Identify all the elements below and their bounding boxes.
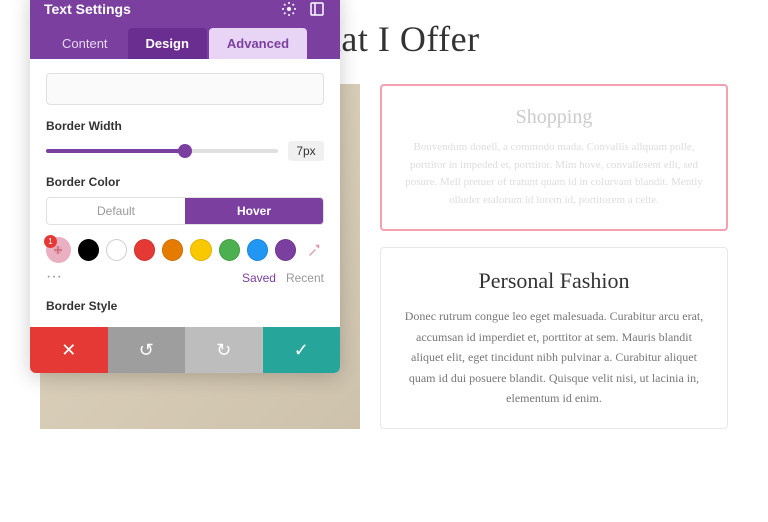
eyedropper-icon[interactable] (303, 239, 324, 261)
shopping-card: Shopping Bouvendum donell, a commodo mad… (380, 84, 728, 231)
recent-tab[interactable]: Recent (286, 271, 324, 285)
panel-header: Text Settings (30, 0, 340, 28)
border-width-label: Border Width (46, 119, 324, 133)
bc-hover-tab[interactable]: Hover (185, 198, 323, 224)
border-width-slider[interactable] (46, 149, 278, 153)
swatch-red[interactable] (134, 239, 155, 261)
redo-button[interactable]: ↻ (185, 327, 263, 373)
saved-row: ··· Saved Recent (46, 269, 324, 287)
saved-recent-tabs: Saved Recent (242, 271, 324, 285)
color-swatches-row: 1 (46, 237, 324, 263)
fashion-card: Personal Fashion Donec rutrum congue leo… (380, 247, 728, 429)
tab-advanced[interactable]: Advanced (209, 28, 307, 59)
tab-design[interactable]: Design (128, 28, 207, 59)
swatch-black[interactable] (78, 239, 99, 261)
swatch-yellow[interactable] (190, 239, 211, 261)
panel-title: Text Settings (44, 1, 131, 17)
border-width-row: 7px (46, 141, 324, 161)
panel-toolbar: ✕ ↺ ↻ ✓ (30, 327, 340, 373)
border-color-label: Border Color (46, 175, 324, 189)
text-input-placeholder[interactable] (46, 73, 324, 105)
expand-icon[interactable] (308, 0, 326, 18)
bc-default-tab[interactable]: Default (47, 198, 185, 224)
slider-thumb[interactable] (178, 144, 192, 158)
slider-fill (46, 149, 185, 153)
panel-tabs: Content Design Advanced (30, 28, 340, 59)
panel-header-icons (280, 0, 326, 18)
fashion-card-title: Personal Fashion (401, 268, 707, 294)
confirm-button[interactable]: ✓ (263, 327, 341, 373)
more-options-icon[interactable]: ··· (46, 269, 62, 287)
saved-tab[interactable]: Saved (242, 271, 276, 285)
tab-content[interactable]: Content (44, 28, 126, 59)
fashion-card-text: Donec rutrum congue leo eget malesuada. … (401, 306, 707, 408)
shopping-card-text: Bouvendum donell, a commodo mada. Conval… (402, 139, 706, 209)
settings-panel: Text Settings Content Desi (30, 0, 340, 373)
swatch-numbered[interactable]: 1 (46, 237, 71, 263)
swatch-orange[interactable] (162, 239, 183, 261)
swatch-green[interactable] (219, 239, 240, 261)
shopping-card-title: Shopping (516, 106, 593, 129)
cancel-button[interactable]: ✕ (30, 327, 108, 373)
border-color-tabs: Default Hover (46, 197, 324, 225)
swatch-white[interactable] (106, 239, 127, 261)
border-width-value[interactable]: 7px (288, 141, 324, 161)
page-background: What I Offer trum imperd nib s. Quis Sho… (0, 0, 768, 522)
right-column: Shopping Bouvendum donell, a commodo mad… (380, 84, 728, 429)
undo-button[interactable]: ↺ (108, 327, 186, 373)
panel-body: Border Width 7px Border Color Default Ho… (30, 59, 340, 327)
border-style-label: Border Style (46, 299, 324, 313)
swatch-purple[interactable] (275, 239, 296, 261)
swatch-blue[interactable] (247, 239, 268, 261)
settings-icon[interactable] (280, 0, 298, 18)
